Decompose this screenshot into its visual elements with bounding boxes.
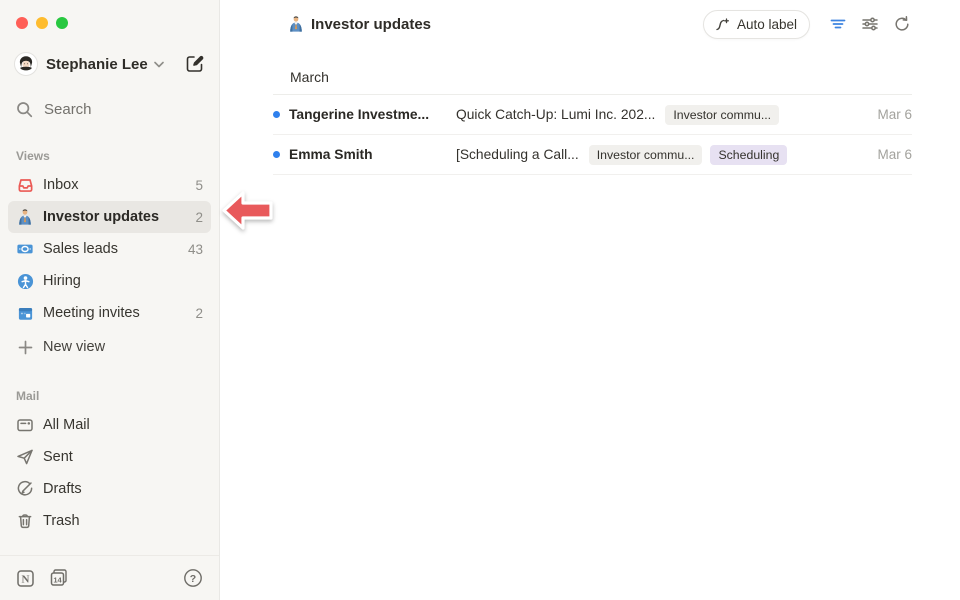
sidebar-item-trash[interactable]: Trash <box>8 505 211 537</box>
avatar <box>14 52 38 76</box>
unread-dot <box>273 111 280 118</box>
sidebar-item-label: Sent <box>43 449 203 465</box>
new-view-button[interactable]: New view <box>8 331 211 363</box>
draft-pencil-icon <box>16 480 34 498</box>
sidebar-item-meeting-invites[interactable]: Meeting invites 2 <box>8 297 211 329</box>
dollar-banknote-icon <box>16 240 34 258</box>
all-mail-icon <box>16 416 34 434</box>
paper-plane-icon <box>16 448 34 466</box>
sidebar-item-label: Investor updates <box>43 209 195 225</box>
sidebar-item-hiring[interactable]: Hiring <box>8 265 211 297</box>
help-icon[interactable]: ? <box>183 568 203 588</box>
svg-text:14: 14 <box>53 576 62 585</box>
page-title: Investor updates <box>311 16 431 33</box>
auto-label-wand-icon <box>714 16 731 33</box>
unread-count: 2 <box>195 306 203 321</box>
month-group-header: March <box>273 48 912 95</box>
sidebar-item-all-mail[interactable]: All Mail <box>8 409 211 441</box>
sidebar-item-label: All Mail <box>43 417 203 433</box>
minimize-window-button[interactable] <box>36 17 48 29</box>
compose-icon[interactable] <box>185 54 205 74</box>
auto-label-button-label: Auto label <box>737 17 797 32</box>
inbox-icon <box>16 176 34 194</box>
email-row[interactable]: Emma Smith [Scheduling a Call... Investo… <box>273 135 912 175</box>
email-sender: Tangerine Investme... <box>289 107 456 122</box>
email-tags: Investor commu... <box>665 105 779 125</box>
search-icon <box>16 101 33 118</box>
view-header: Investor updates Auto label <box>220 0 960 48</box>
email-subject: [Scheduling a Call... <box>456 147 579 162</box>
user-name: Stephanie Lee <box>46 56 148 73</box>
sidebar-item-sent[interactable]: Sent <box>8 441 211 473</box>
new-view-label: New view <box>43 339 203 355</box>
unread-count: 43 <box>188 242 203 257</box>
person-circle-icon <box>16 272 34 290</box>
calendar-app-icon[interactable]: 14 <box>49 568 69 588</box>
email-list: March Tangerine Investme... Quick Catch-… <box>273 48 912 175</box>
window-controls <box>0 0 219 29</box>
sidebar-item-drafts[interactable]: Drafts <box>8 473 211 505</box>
display-settings-icon[interactable] <box>860 14 880 34</box>
search-label: Search <box>44 101 92 118</box>
label-tag[interactable]: Investor commu... <box>589 145 703 165</box>
investor-person-icon <box>16 208 34 226</box>
email-tags: Investor commu... Scheduling <box>589 145 788 165</box>
unread-dot <box>273 151 280 158</box>
svg-text:N: N <box>22 573 30 585</box>
account-switcher[interactable]: Stephanie Lee <box>14 50 205 78</box>
sidebar-item-inbox[interactable]: Inbox 5 <box>8 169 211 201</box>
mail-list-pane: Investor updates Auto label <box>220 0 960 600</box>
month-label: March <box>290 69 329 85</box>
email-row[interactable]: Tangerine Investme... Quick Catch-Up: Lu… <box>273 95 912 135</box>
close-window-button[interactable] <box>16 17 28 29</box>
views-section-label: Views <box>0 149 219 163</box>
sidebar-item-label: Meeting invites <box>43 305 195 321</box>
sidebar: Stephanie Lee Search Views <box>0 0 220 600</box>
sidebar-item-label: Drafts <box>43 481 203 497</box>
auto-label-button[interactable]: Auto label <box>703 10 810 39</box>
chevron-down-icon <box>154 61 164 68</box>
mail-list: All Mail Sent Drafts <box>0 409 219 537</box>
label-tag[interactable]: Scheduling <box>710 145 787 165</box>
trash-icon <box>16 512 34 530</box>
filter-icon[interactable] <box>828 14 848 34</box>
unread-count: 2 <box>195 210 203 225</box>
sidebar-item-label: Inbox <box>43 177 195 193</box>
sidebar-item-sales-leads[interactable]: Sales leads 43 <box>8 233 211 265</box>
plus-icon <box>16 338 34 356</box>
sidebar-item-label: Trash <box>43 513 203 529</box>
mail-section-label: Mail <box>0 389 219 403</box>
calendar-icon <box>16 304 34 322</box>
email-date: Mar 6 <box>877 107 912 122</box>
investor-person-icon <box>288 16 304 32</box>
sidebar-item-investor-updates[interactable]: Investor updates 2 <box>8 201 211 233</box>
label-tag[interactable]: Investor commu... <box>665 105 779 125</box>
refresh-icon[interactable] <box>892 14 912 34</box>
search-button[interactable]: Search <box>16 95 205 123</box>
notion-logo-icon[interactable]: N <box>16 569 35 588</box>
unread-count: 5 <box>195 178 203 193</box>
views-list: Inbox 5 Investor updates 2 <box>0 169 219 363</box>
svg-text:?: ? <box>190 573 196 585</box>
sidebar-footer: N 14 ? <box>0 555 219 600</box>
email-sender: Emma Smith <box>289 147 456 162</box>
sidebar-item-label: Sales leads <box>43 241 188 257</box>
zoom-window-button[interactable] <box>56 17 68 29</box>
sidebar-item-label: Hiring <box>43 273 203 289</box>
email-date: Mar 6 <box>877 147 912 162</box>
email-subject: Quick Catch-Up: Lumi Inc. 202... <box>456 107 655 122</box>
